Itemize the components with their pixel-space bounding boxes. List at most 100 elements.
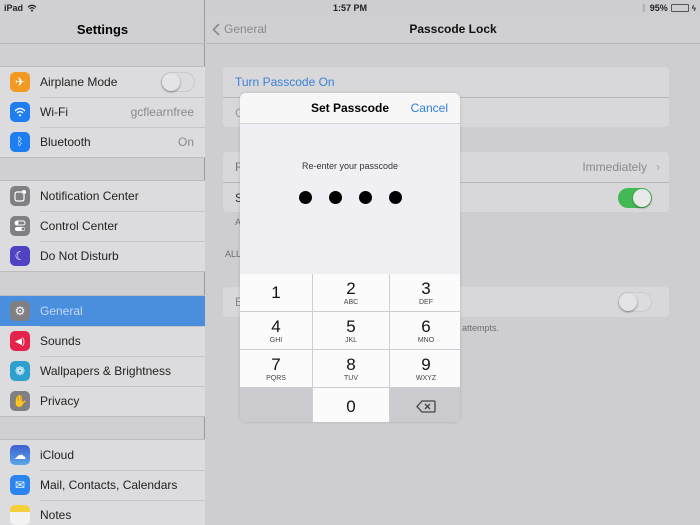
sidebar-title: Settings: [0, 15, 205, 44]
sidebar-item-label: Airplane Mode: [40, 75, 118, 89]
airplane-icon: ✈: [10, 72, 30, 92]
key-letters: DEF: [419, 298, 433, 306]
gear-icon: ⚙: [10, 301, 30, 321]
screen: Settings ✈ Airplane Mode Wi-Fi gcflearnf…: [0, 0, 700, 525]
key-digit: 5: [346, 316, 356, 336]
set-passcode-dialog: Set Passcode Cancel Re-enter your passco…: [240, 93, 460, 422]
bluetooth-icon: ᛒ: [10, 132, 30, 152]
sidebar-item-label: Wi-Fi: [40, 105, 68, 119]
sidebar-item-wifi[interactable]: Wi-Fi gcflearnfree: [0, 97, 205, 127]
key-3[interactable]: 3 DEF: [390, 274, 460, 311]
bluetooth-icon: ᛒ: [641, 3, 647, 13]
passcode-dot: [388, 191, 402, 204]
require-passcode-value: Immediately: [582, 160, 647, 174]
key-digit: 4: [271, 316, 281, 336]
charging-icon: ϟ: [691, 3, 696, 13]
sidebar-item-label: Do Not Disturb: [40, 249, 119, 263]
settings-sidebar: Settings ✈ Airplane Mode Wi-Fi gcflearnf…: [0, 0, 205, 525]
key-letters: MNO: [417, 336, 435, 344]
flower-icon: ❁: [10, 361, 30, 381]
sidebar-item-notification-center[interactable]: Notification Center: [0, 181, 205, 211]
sidebar-item-do-not-disturb[interactable]: ☾ Do Not Disturb: [0, 241, 205, 271]
key-0[interactable]: 0: [313, 388, 389, 422]
airplane-mode-toggle[interactable]: [161, 72, 195, 92]
toggle-knob: [619, 293, 637, 311]
sidebar-group-centers: Notification Center Control Center ☾ Do …: [0, 180, 205, 272]
passcode-dot: [358, 191, 372, 204]
sidebar-item-notes[interactable]: Notes: [0, 500, 205, 525]
key-digit: 1: [271, 283, 281, 302]
allow-access-header: ALL: [225, 249, 242, 259]
sidebar-item-sounds[interactable]: ◀) Sounds: [0, 326, 205, 356]
sidebar-item-label: Notification Center: [40, 189, 139, 203]
sidebar-item-label: Notes: [40, 508, 72, 522]
key-7[interactable]: 7 PQRS: [240, 350, 312, 387]
passcode-dots: [240, 191, 460, 204]
clock: 1:57 PM: [332, 3, 367, 13]
mail-icon: ✉: [10, 475, 30, 495]
sidebar-item-label: Sounds: [40, 334, 81, 348]
cancel-button[interactable]: Cancel: [411, 93, 448, 124]
page-title: Passcode Lock: [409, 22, 497, 36]
sidebar-item-wallpapers-brightness[interactable]: ❁ Wallpapers & Brightness: [0, 356, 205, 386]
sidebar-item-label: Wallpapers & Brightness: [40, 364, 171, 378]
passcode-dot: [328, 191, 342, 204]
cloud-icon: ☁: [10, 445, 30, 465]
wifi-network-name: gcflearnfree: [130, 105, 194, 119]
numeric-keypad: 1 2 ABC 3 DEF 4 GHI 5 JKL 6 MNO 7 PQRS 8 TUV 9 WXYZ 0: [240, 274, 460, 422]
key-2[interactable]: 2 ABC: [313, 274, 389, 311]
key-letters: JKL: [344, 336, 358, 344]
sidebar-item-airplane-mode[interactable]: ✈ Airplane Mode: [0, 67, 205, 97]
sidebar-group-accounts: ☁ iCloud ✉ Mail, Contacts, Calendars Not…: [0, 439, 205, 525]
notes-icon: [10, 505, 30, 525]
notification-center-icon: [10, 186, 30, 206]
backspace-icon: [416, 400, 436, 413]
sidebar-item-label: Mail, Contacts, Calendars: [40, 478, 178, 492]
bluetooth-status: On: [177, 135, 194, 149]
simple-passcode-toggle[interactable]: [618, 188, 652, 208]
sidebar-item-control-center[interactable]: Control Center: [0, 211, 205, 241]
key-9[interactable]: 9 WXYZ: [390, 350, 460, 387]
sidebar-item-label: Control Center: [40, 219, 119, 233]
toggle-knob: [633, 189, 651, 207]
erase-data-note: attempts.: [462, 323, 500, 333]
sidebar-item-label: Bluetooth: [40, 135, 91, 149]
sidebar-item-label: Privacy: [40, 394, 80, 408]
keypad-blank: [240, 388, 312, 422]
passcode-prompt: Re-enter your passcode: [301, 161, 399, 171]
sidebar-item-label: General: [40, 304, 83, 318]
key-digit: 6: [421, 316, 431, 336]
sidebar-item-bluetooth[interactable]: ᛒ Bluetooth On: [0, 127, 205, 157]
key-letters: PQRS: [266, 374, 286, 382]
erase-data-toggle[interactable]: [618, 292, 652, 312]
key-digit: 7: [271, 354, 281, 374]
key-digit: 0: [346, 397, 356, 416]
sidebar-item-icloud[interactable]: ☁ iCloud: [0, 440, 205, 470]
sidebar-item-label: iCloud: [40, 448, 75, 462]
sidebar-item-general[interactable]: ⚙ General: [0, 296, 205, 326]
sidebar-item-mail-contacts-calendars[interactable]: ✉ Mail, Contacts, Calendars: [0, 470, 205, 500]
control-center-icon: [10, 216, 30, 236]
key-letters: GHI: [269, 336, 283, 344]
key-5[interactable]: 5 JKL: [313, 312, 389, 349]
key-digit: 9: [421, 354, 431, 374]
key-digit: 3: [421, 278, 431, 298]
battery-percent: 95%: [649, 3, 668, 13]
key-6[interactable]: 6 MNO: [390, 312, 460, 349]
sidebar-item-privacy[interactable]: ✋ Privacy: [0, 386, 205, 416]
key-letters: ABC: [343, 298, 359, 306]
passcode-dot: [298, 191, 312, 204]
navigation-bar: General Passcode Lock: [206, 15, 700, 44]
key-digit: 2: [346, 278, 356, 298]
moon-icon: ☾: [10, 246, 30, 266]
delete-key[interactable]: [390, 388, 460, 422]
key-1[interactable]: 1: [240, 274, 312, 311]
status-bar: iPad 1:57 PM ᛒ 95% ϟ: [0, 0, 700, 15]
battery-icon: [670, 4, 689, 12]
key-4[interactable]: 4 GHI: [240, 312, 312, 349]
key-8[interactable]: 8 TUV: [313, 350, 389, 387]
hand-icon: ✋: [10, 391, 30, 411]
dialog-header: Set Passcode Cancel: [240, 93, 460, 124]
speaker-icon: ◀): [10, 331, 30, 351]
sidebar-group-connectivity: ✈ Airplane Mode Wi-Fi gcflearnfree ᛒ Blu…: [0, 66, 205, 158]
